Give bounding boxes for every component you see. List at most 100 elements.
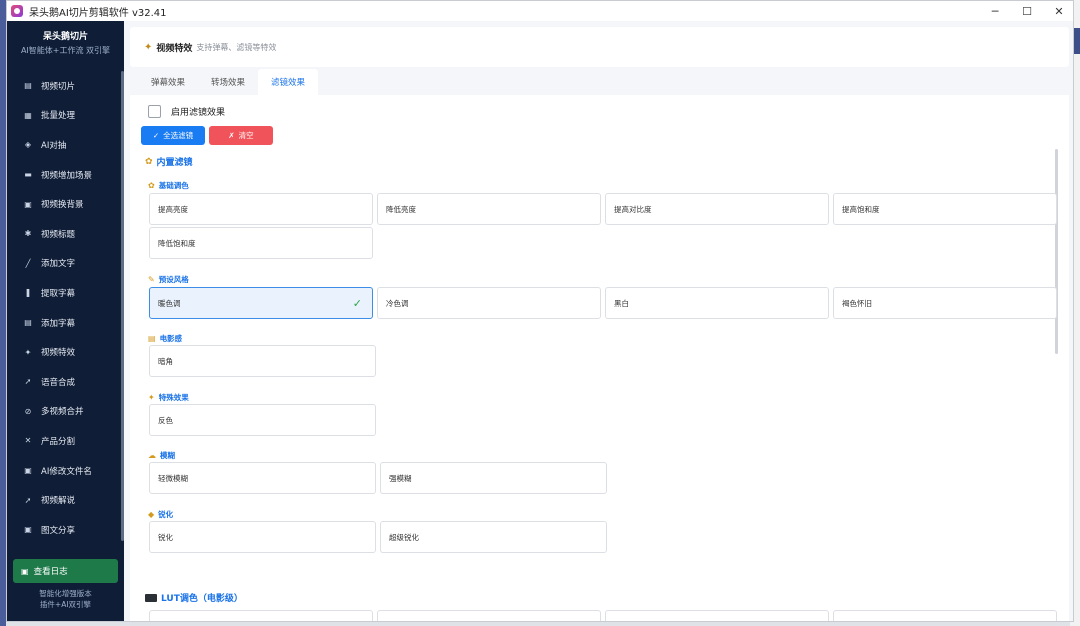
filter-option-label: 暖色调 <box>158 298 181 308</box>
select-all-button[interactable]: ✓ 全选滤镜 <box>141 126 205 145</box>
sidebar-item[interactable]: ➚ 语音合成 <box>7 367 124 397</box>
sidebar-item[interactable]: ▤ 添加字幕 <box>7 308 124 338</box>
filter-option-label: 提高对比度 <box>614 204 652 214</box>
filter-option-label: 超级锐化 <box>389 532 419 542</box>
sidebar-item-label: AI对抽 <box>41 140 67 151</box>
filter-group-title: ▤ 电影感 <box>148 333 182 344</box>
palette-icon: ✿ <box>145 156 153 167</box>
sidebar-item[interactable]: ▣ AI修改文件名 <box>7 456 124 486</box>
sidebar-item[interactable]: ▣ 视频换背景 <box>7 189 124 219</box>
shield-icon: ◈ <box>24 140 32 150</box>
page-header: ✦ 视频特效 支持弹幕、滤镜等特效 <box>130 27 1069 67</box>
clear-button[interactable]: ✗ 清空 <box>209 126 273 145</box>
sidebar-item[interactable]: ▬ 视频增加场景 <box>7 160 124 190</box>
lut-option[interactable]: 01晨赫 <box>149 610 373 622</box>
filter-option-label: 冷色调 <box>386 298 409 308</box>
filter-group-label: 模糊 <box>160 451 175 460</box>
sidebar-item[interactable]: ╱ 添加文字 <box>7 249 124 279</box>
lut-option[interactable]: 04泠雅 <box>833 610 1057 621</box>
filter-group-label: 基础调色 <box>158 181 189 190</box>
log-icon: ▣ <box>21 566 29 576</box>
sidebar-item[interactable]: ▤ 视频切片 <box>7 71 124 101</box>
scene-icon: ▬ <box>24 170 32 180</box>
lut-option[interactable]: 02白桑糖 <box>377 610 601 621</box>
footer-line-2: 插件+AI双引擎 <box>39 600 92 609</box>
sidebar-item-label: 添加字幕 <box>41 318 76 329</box>
filter-panel: 启用滤镜效果 ✓ 全选滤镜 ✗ 清空 ✿ 内置滤镜 ✿ 基础调色 提高亮度 降低亮度提… <box>130 95 1069 622</box>
tab-danmaku[interactable]: 弹幕效果 <box>138 69 198 95</box>
sidebar-item[interactable]: ✦ 视频特效 <box>7 337 124 367</box>
sidebar-item[interactable]: ▣ 图文分享 <box>7 515 124 545</box>
content-scrollbar[interactable] <box>1055 149 1058 354</box>
tab-bar: 弹幕效果 转场效果 滤镜效果 <box>138 69 319 95</box>
filter-option[interactable]: 提高对比度 <box>605 193 829 225</box>
sidebar-item-label: 视频增加场景 <box>41 170 93 181</box>
filter-option[interactable]: 暖色调 ✓ <box>149 287 373 319</box>
builtin-filters-title: ✿ 内置滤镜 <box>145 155 193 169</box>
filter-group-label: 电影感 <box>159 334 183 343</box>
filter-option-label: 提高亮度 <box>158 204 188 214</box>
filter-option[interactable]: 降低亮度 <box>377 193 601 225</box>
filter-group-label: 锐化 <box>158 510 174 519</box>
pen-icon: ╱ <box>25 258 31 268</box>
filter-group-title: ✎ 预设风格 <box>148 274 189 285</box>
view-log-button[interactable]: ▣ 查看日志 <box>13 559 118 583</box>
title-bar: 呆头鹅AI切片剪辑软件 v32.41 ─ ☐ ✕ <box>7 1 1073 21</box>
enable-filter-checkbox[interactable] <box>148 105 161 118</box>
clapper-icon: ▤ <box>148 334 156 343</box>
paint-icon: ✎ <box>148 275 155 284</box>
lut-option-label: 03玻璃球 <box>614 621 646 622</box>
close-button[interactable]: ✕ <box>1043 1 1073 21</box>
link-icon: ⊘ <box>24 406 32 416</box>
enable-filter-label: 启用滤镜效果 <box>171 108 226 118</box>
sidebar-footer: 智能化增强版本 插件+AI双引擎 <box>7 588 124 610</box>
brand: 呆头鹅切片 AI智能体+工作流 双引擎 <box>7 21 124 61</box>
filter-option[interactable]: 黑白 <box>605 287 829 319</box>
filter-group-label: 预设风格 <box>158 275 189 284</box>
sidebar-item[interactable]: ✱ 视频标题 <box>7 219 124 249</box>
lut-option[interactable]: 03玻璃球 <box>605 610 829 622</box>
sidebar-item[interactable]: ➚ 视频解说 <box>7 485 124 515</box>
tab-filter[interactable]: 滤镜效果 <box>258 69 319 95</box>
filter-option[interactable]: 冷色调 <box>377 287 601 319</box>
filter-option-label: 锐化 <box>158 532 173 542</box>
sidebar-item[interactable]: ▦ 批量处理 <box>7 101 124 131</box>
diamond-icon: ◆ <box>148 510 155 519</box>
lut-section-title: LUT调色（电影级） <box>145 591 243 604</box>
sidebar-item-label: 批量处理 <box>41 111 76 122</box>
filter-option-label: 提高饱和度 <box>842 204 880 214</box>
lut-option-label: 01晨赫 <box>158 621 183 622</box>
filter-option[interactable]: 降低饱和度 <box>149 227 373 259</box>
sidebar-item-label: 添加文字 <box>41 259 76 270</box>
tag-icon: ✱ <box>24 229 32 239</box>
rename-icon: ▣ <box>24 466 32 476</box>
cloud-icon: ☁ <box>148 451 156 460</box>
sidebar-item[interactable]: ⊘ 多视频合并 <box>7 397 124 427</box>
filter-option[interactable]: 暗角 <box>149 345 376 377</box>
sidebar-item[interactable]: ◈ AI对抽 <box>7 130 124 160</box>
filter-group-title: ✦ 特殊效果 <box>148 392 189 403</box>
minimize-button[interactable]: ─ <box>979 1 1011 21</box>
tab-transition[interactable]: 转场效果 <box>198 69 258 95</box>
filter-option[interactable]: 反色 <box>149 404 376 436</box>
lut-section-label: LUT调色（电影级） <box>161 594 243 604</box>
brand-subtitle: AI智能体+工作流 双引擎 <box>20 46 111 55</box>
filter-group-title: ✿ 基础调色 <box>148 180 189 191</box>
filter-option[interactable]: 超级锐化 <box>380 521 607 553</box>
enable-filter-row[interactable]: 启用滤镜效果 <box>148 105 225 118</box>
share-icon: ▣ <box>24 525 32 535</box>
filter-option[interactable]: 提高饱和度 <box>833 193 1057 225</box>
filter-option[interactable]: 强模糊 <box>380 462 607 494</box>
filter-option[interactable]: 轻微模糊 <box>149 462 376 494</box>
selected-check-icon: ✓ <box>352 296 362 310</box>
filter-group-title: ☁ 模糊 <box>148 450 175 461</box>
maximize-button[interactable]: ☐ <box>1011 1 1043 21</box>
filter-option-label: 降低饱和度 <box>158 238 196 248</box>
brand-title: 呆头鹅切片 <box>42 32 88 42</box>
sidebar-item[interactable]: ✕ 产品分割 <box>7 426 124 456</box>
sidebar-item[interactable]: ❚ 提取字幕 <box>7 278 124 308</box>
filter-option[interactable]: 提高亮度 <box>149 193 373 225</box>
filter-option[interactable]: 锐化 <box>149 521 376 553</box>
sidebar-item-label: AI修改文件名 <box>41 466 92 477</box>
filter-option[interactable]: 褐色怀旧 <box>833 287 1057 319</box>
